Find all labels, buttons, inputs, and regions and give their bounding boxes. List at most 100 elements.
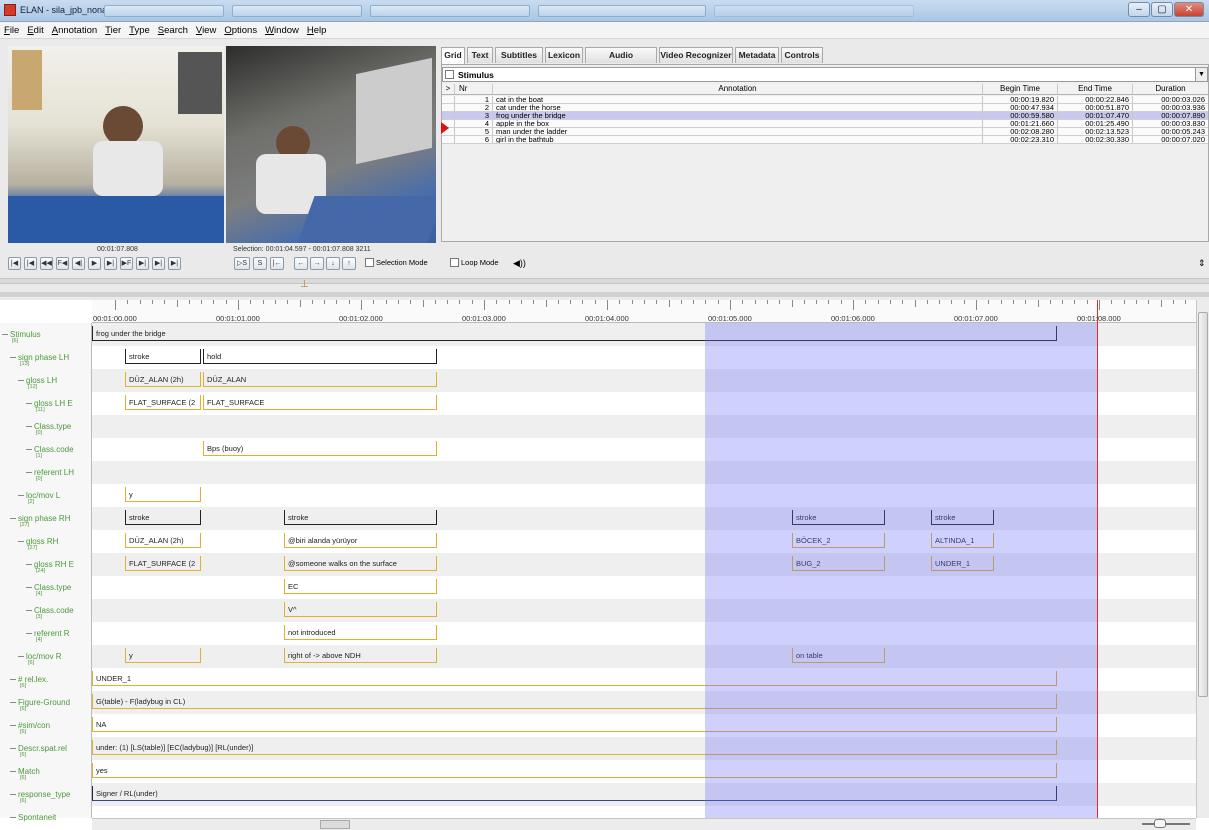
taskbar-tab[interactable] <box>104 5 224 17</box>
grid-row[interactable]: 2 cat under the horse 00:00:47.934 00:00:51… <box>442 104 1208 112</box>
chevron-down-icon[interactable]: ▼ <box>1195 68 1207 81</box>
play-button[interactable]: ▶ <box>88 257 101 270</box>
tier-name[interactable]: # rel.lex. [6] <box>0 668 92 691</box>
taskbar-tab[interactable] <box>714 5 914 17</box>
selection-begin-button[interactable]: |← <box>270 257 284 270</box>
tier-name[interactable]: Class.type [0] <box>0 415 92 438</box>
grid-row[interactable]: 3 frog under the bridge 00:00:59.580 00:01:… <box>442 112 1208 120</box>
annotation[interactable]: stroke <box>284 510 437 525</box>
volume-icon[interactable]: ◀)) <box>513 258 526 268</box>
go-to-end-button[interactable]: ▶| <box>168 257 181 270</box>
tab-lexicon[interactable]: Lexicon <box>545 47 583 63</box>
loop-mode-checkbox[interactable] <box>450 258 459 267</box>
menu-options[interactable]: Options <box>224 22 257 39</box>
grid-col-end[interactable]: End Time <box>1057 84 1132 94</box>
next-scrollview-button[interactable]: ▶| <box>152 257 165 270</box>
selection-mode-checkbox[interactable] <box>365 258 374 267</box>
menu-file[interactable]: File <box>4 22 19 39</box>
menu-tier[interactable]: Tier <box>105 22 121 39</box>
zoom-knob[interactable] <box>1154 819 1166 828</box>
tier-name[interactable]: referent R [4] <box>0 622 92 645</box>
annotation[interactable]: y <box>125 648 201 663</box>
annotation[interactable]: FLAT_SURFACE (2 <box>125 395 201 410</box>
tier-name[interactable]: response_type [6] <box>0 783 92 806</box>
grid-col-duration[interactable]: Duration <box>1132 84 1208 94</box>
annotation[interactable]: y <box>125 487 201 502</box>
tier-name[interactable]: Spontaneit <box>0 806 92 829</box>
time-selection[interactable] <box>705 323 1097 818</box>
video-viewer-2[interactable] <box>226 46 436 243</box>
grid-col-marker[interactable]: > <box>442 84 454 94</box>
annotation[interactable]: hold <box>203 349 437 364</box>
tier-name[interactable]: Class.code [3] <box>0 599 92 622</box>
tier-name[interactable]: gloss RH [27] <box>0 530 92 553</box>
clear-selection-button[interactable]: S <box>253 257 267 270</box>
maximize-button[interactable]: ▢ <box>1151 2 1173 17</box>
annotation[interactable]: EC <box>284 579 437 594</box>
tier-name[interactable]: loc/mov L [2] <box>0 484 92 507</box>
play-selection-button[interactable]: ▷S <box>234 257 250 270</box>
zoom-slider[interactable] <box>1136 818 1196 830</box>
horizontal-scrollbar[interactable] <box>92 818 1196 830</box>
tier-name[interactable]: Class.code [1] <box>0 438 92 461</box>
grid-row[interactable]: 1 cat in the boat 00:00:19.820 00:00:22.846… <box>442 96 1208 104</box>
tab-video-recognizer[interactable]: Video Recognizer <box>659 47 733 63</box>
tier-name[interactable]: gloss LH E [11] <box>0 392 92 415</box>
grid-row[interactable]: 5 man under the ladder 00:02:08.280 00:02:1… <box>442 128 1208 136</box>
menu-help[interactable]: Help <box>307 22 327 39</box>
tier-name[interactable]: sign phase LH [13] <box>0 346 92 369</box>
tier-name[interactable]: Class.type [4] <box>0 576 92 599</box>
close-button[interactable]: ✕ <box>1174 2 1204 17</box>
vertical-scrollbar[interactable] <box>1196 300 1209 818</box>
taskbar-tab[interactable] <box>232 5 362 17</box>
time-ruler[interactable]: 00:01:00.000 00:01:01.000 00:01:02.000 00:0… <box>92 300 1199 323</box>
tier-name[interactable]: gloss RH E [24] <box>0 553 92 576</box>
next-pixel-button[interactable]: ▶| <box>104 257 117 270</box>
tab-audio-recognizer[interactable]: Audio Recognizer <box>585 47 657 75</box>
menu-search[interactable]: Search <box>158 22 188 39</box>
tier-checkbox[interactable] <box>445 70 454 79</box>
previous-annotation-button[interactable]: ← <box>294 257 308 270</box>
annotation[interactable]: stroke <box>125 510 201 525</box>
crosshair-line[interactable] <box>1097 300 1098 818</box>
expand-icon[interactable]: ⇕ <box>1198 258 1206 268</box>
annotation[interactable]: DÜZ_ALAN (2h) <box>125 372 201 387</box>
menu-annotation[interactable]: Annotation <box>52 22 97 39</box>
grid-col-begin[interactable]: Begin Time <box>982 84 1057 94</box>
tier-up-button[interactable]: ↑ <box>342 257 356 270</box>
next-annotation-button[interactable]: → <box>310 257 324 270</box>
tier-name[interactable]: Stimulus [6] <box>0 323 92 346</box>
scrollbar-thumb[interactable] <box>320 820 350 829</box>
annotation[interactable]: V^ <box>284 602 437 617</box>
annotation[interactable]: Bps (buoy) <box>203 441 437 456</box>
previous-scrollview-button[interactable]: |◀ <box>24 257 37 270</box>
annotation[interactable]: stroke <box>125 349 201 364</box>
tier-name[interactable]: loc/mov R [6] <box>0 645 92 668</box>
tier-name[interactable]: sign phase RH [27] <box>0 507 92 530</box>
annotation[interactable]: DÜZ_ALAN (2h) <box>125 533 201 548</box>
tab-subtitles[interactable]: Subtitles <box>495 47 543 63</box>
tier-name[interactable]: gloss LH [12] <box>0 369 92 392</box>
annotation[interactable]: not introduced <box>284 625 437 640</box>
tab-text[interactable]: Text <box>467 47 493 63</box>
grid-row[interactable]: 4 apple in the box 00:01:21.660 00:01:25.49… <box>442 120 1208 128</box>
tier-name[interactable]: Descr.spat.rel [6] <box>0 737 92 760</box>
tier-name[interactable]: referent LH [0] <box>0 461 92 484</box>
grid-col-annotation[interactable]: Annotation <box>492 84 982 94</box>
annotation[interactable]: FLAT_SURFACE (2 <box>125 556 201 571</box>
menu-type[interactable]: Type <box>129 22 150 39</box>
minimize-button[interactable]: – <box>1128 2 1150 17</box>
annotation[interactable]: right of -> above NDH <box>284 648 437 663</box>
tier-name[interactable]: Match [6] <box>0 760 92 783</box>
tier-name[interactable]: #sim/con [6] <box>0 714 92 737</box>
menu-window[interactable]: Window <box>265 22 299 39</box>
next-frame-button[interactable]: ▶F <box>120 257 133 270</box>
video-viewer-1[interactable] <box>8 46 224 243</box>
next-second-button[interactable]: ▶| <box>136 257 149 270</box>
taskbar-tab[interactable] <box>370 5 530 17</box>
annotation[interactable]: @someone walks on the surface <box>284 556 437 571</box>
tab-controls[interactable]: Controls <box>781 47 823 63</box>
scrollbar-thumb[interactable] <box>1198 312 1208 697</box>
tab-grid[interactable]: Grid <box>441 47 465 64</box>
annotation[interactable]: FLAT_SURFACE <box>203 395 437 410</box>
